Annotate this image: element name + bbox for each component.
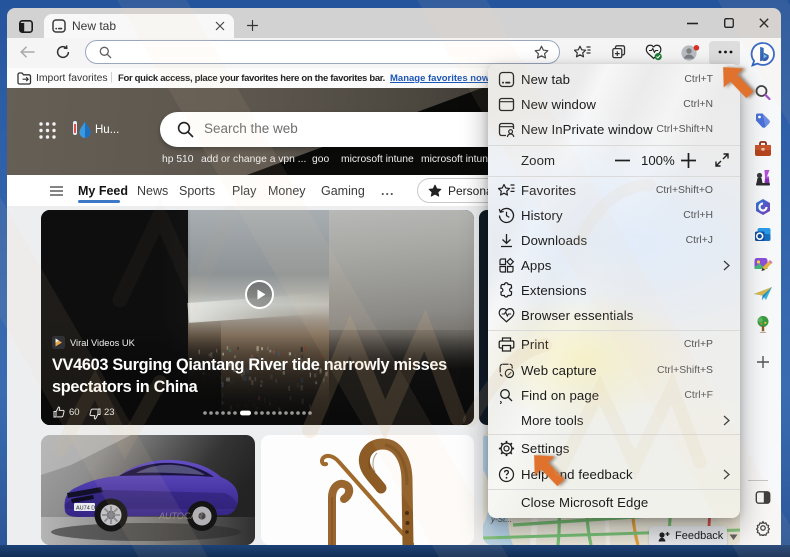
svg-text:AU74 DB: AU74 DB bbox=[76, 506, 99, 512]
svg-text:AUTOCAR: AUTOCAR bbox=[158, 511, 203, 521]
